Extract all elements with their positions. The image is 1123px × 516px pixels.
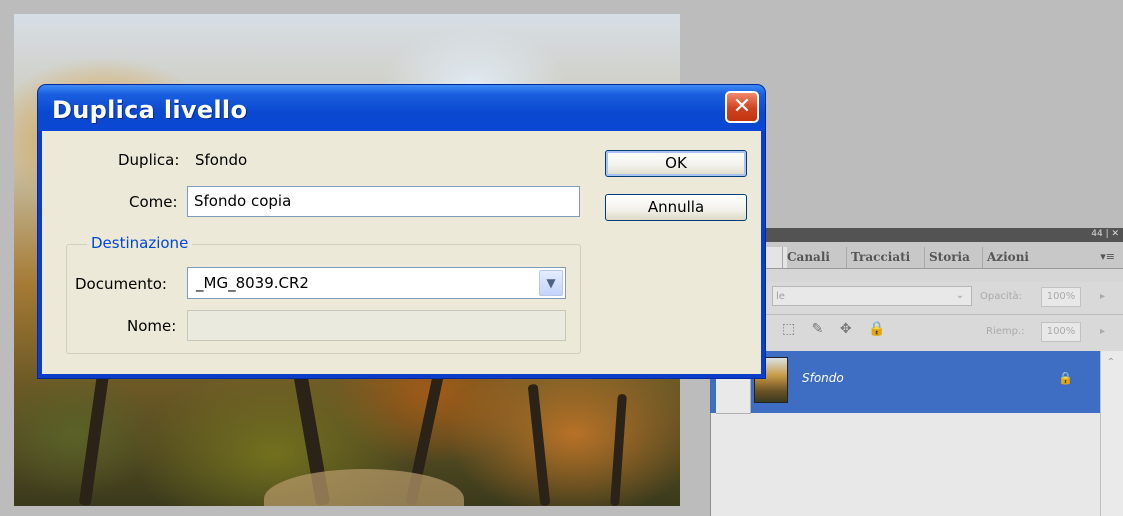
blend-mode-select[interactable]: le (772, 286, 972, 306)
forest-path (264, 469, 464, 506)
dialog-titlebar[interactable]: Duplica livello ✕ (38, 85, 765, 131)
duplicate-label: Duplica: (118, 151, 180, 169)
close-button[interactable]: ✕ (725, 91, 759, 123)
duplicate-layer-dialog: Duplica livello ✕ Duplica: Sfondo Come: … (38, 85, 765, 378)
lock-icon: 🔒 (1058, 371, 1073, 385)
layer-row-sfondo[interactable]: 👁 Sfondo 🔒 (710, 351, 1100, 414)
chevron-down-icon[interactable]: ▼ (539, 270, 563, 296)
dialog-title: Duplica livello (52, 96, 248, 124)
layers-panel: 44 | ✕ Canali Tracciati Storia Azioni ▾≡… (710, 228, 1123, 516)
document-select-value: _MG_8039.CR2 (196, 274, 309, 292)
layers-list: 👁 Sfondo 🔒 ⌃ (710, 351, 1123, 516)
dialog-body: Duplica: Sfondo Come: Sfondo copia OK An… (42, 131, 761, 374)
tree-trunk (527, 383, 551, 506)
opacity-arrow-icon[interactable]: ▸ (1100, 291, 1105, 302)
ok-button[interactable]: OK (605, 150, 747, 177)
destination-legend: Destinazione (87, 234, 193, 252)
tab-tracciati[interactable]: Tracciati (846, 247, 914, 268)
opacity-label: Opacità: (980, 291, 1023, 302)
name-label: Nome: (127, 317, 177, 335)
name-input[interactable] (187, 310, 566, 341)
layer-name-input[interactable]: Sfondo copia (187, 186, 580, 217)
tree-trunk (610, 393, 627, 506)
fill-field[interactable]: 100% (1041, 322, 1081, 342)
scroll-up-icon[interactable]: ⌃ (1104, 357, 1118, 371)
tab-azioni[interactable]: Azioni (982, 247, 1033, 268)
blend-opacity-row: le ⌄ Opacità: 100% ▸ (710, 282, 1123, 315)
layers-scrollbar[interactable] (1100, 351, 1123, 516)
layer-name[interactable]: Sfondo (802, 371, 844, 385)
duplicate-value: Sfondo (195, 151, 248, 169)
panel-tab-bar: Canali Tracciati Storia Azioni ▾≡ (710, 242, 1123, 269)
document-select[interactable]: _MG_8039.CR2 ▼ (187, 267, 566, 299)
cancel-button[interactable]: Annulla (605, 194, 747, 221)
tab-canali[interactable]: Canali (782, 247, 834, 268)
document-label: Documento: (75, 275, 167, 293)
panel-titlebar[interactable]: 44 | ✕ (710, 228, 1123, 242)
lock-fill-row: ⬚ ✎ ✥ 🔒 Riemp.: 100% ▸ (710, 315, 1123, 352)
panel-menu-icon[interactable]: ▾≡ (1100, 250, 1115, 263)
panel-divider (710, 413, 711, 516)
as-label: Come: (129, 193, 178, 211)
tab-storia[interactable]: Storia (924, 247, 974, 268)
lock-options-icons[interactable]: ⬚ ✎ ✥ 🔒 (782, 321, 891, 337)
opacity-field[interactable]: 100% (1041, 287, 1081, 307)
fill-label: Riemp.: (986, 326, 1025, 337)
fill-arrow-icon[interactable]: ▸ (1100, 326, 1105, 337)
panel-collapse-close-controls[interactable]: 44 | ✕ (1091, 229, 1119, 239)
chevron-down-icon[interactable]: ⌄ (950, 287, 970, 305)
